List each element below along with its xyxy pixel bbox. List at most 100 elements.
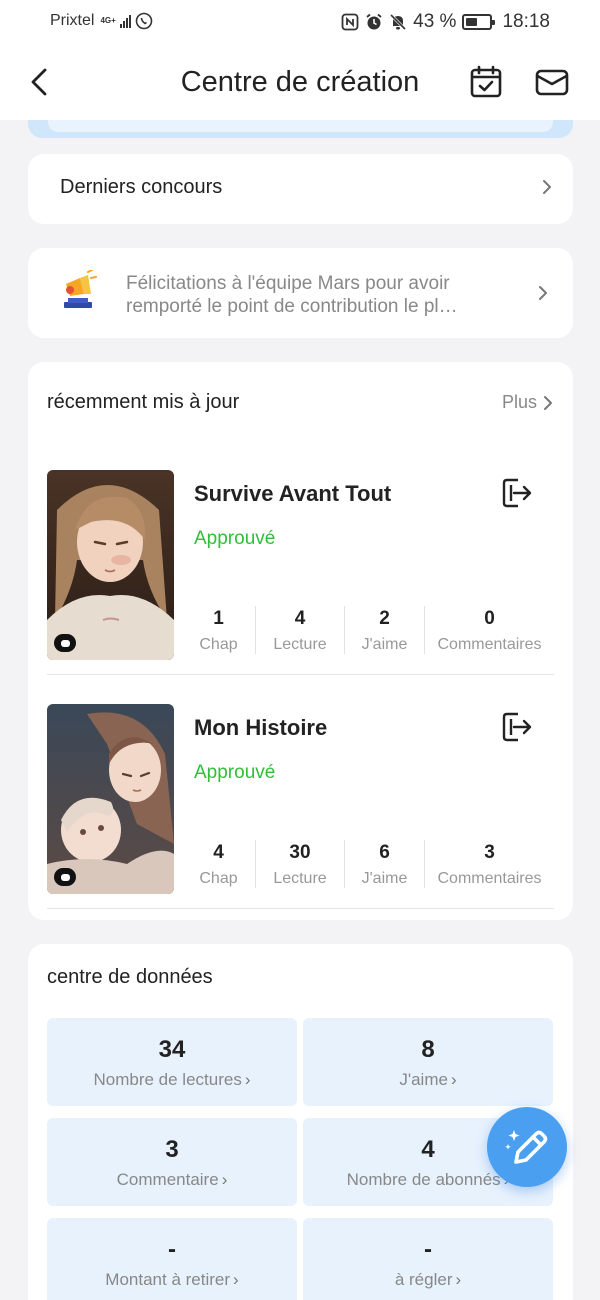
tile-label-text: Nombre de abonnés — [346, 1170, 501, 1189]
stat-value: 4 — [213, 842, 224, 863]
data-center-title: centre de données — [47, 966, 213, 988]
stat-chapters: 1 Chap — [182, 606, 255, 654]
trophy-megaphone-icon — [64, 270, 97, 308]
pen-sparkle-icon — [505, 1130, 548, 1164]
book-status: Approuvé — [194, 528, 276, 549]
write-fab-button[interactable] — [487, 1107, 567, 1187]
stat-reads: 30 Lecture — [255, 840, 344, 888]
clock: 18:18 — [502, 11, 550, 32]
tile-value: - — [168, 1236, 176, 1263]
book-cover[interactable] — [47, 470, 174, 660]
mail-icon[interactable] — [534, 64, 570, 100]
data-tile-withdrawable[interactable]: - Montant à retirer › — [47, 1218, 297, 1300]
carrier-name: Prixtel — [50, 12, 95, 29]
book-stats: 4 Chap 30 Lecture 6 J'aime 3 Commentaire… — [182, 840, 554, 888]
tile-value: - — [424, 1236, 432, 1263]
stat-label: Chap — [199, 870, 238, 887]
export-icon[interactable] — [500, 710, 534, 744]
tile-label: Nombre de lectures › — [47, 1070, 297, 1090]
status-left: Prixtel 4G+ — [50, 12, 153, 30]
page-title: Centre de création — [180, 66, 420, 98]
comment-icon — [54, 634, 76, 652]
tile-label-text: J'aime — [399, 1070, 448, 1089]
latest-contests-row[interactable]: Derniers concours — [28, 154, 573, 224]
data-tile-likes[interactable]: 8 J'aime › — [303, 1018, 553, 1106]
more-link[interactable]: Plus — [502, 392, 553, 413]
status-bar: Prixtel 4G+ 43 % 18:18 — [0, 0, 600, 44]
stat-value: 3 — [484, 842, 495, 863]
tile-label: à régler › — [303, 1270, 553, 1290]
book-item[interactable]: Survive Avant Tout Approuvé 1 Chap 4 Lec… — [47, 470, 554, 675]
notice-card[interactable]: Félicitations à l'équipe Mars pour avoir… — [28, 248, 573, 338]
book-status: Approuvé — [194, 762, 276, 783]
battery-percent: 43 % — [413, 11, 457, 32]
stat-comments: 0 Commentaires — [424, 606, 554, 654]
whatsapp-icon — [135, 12, 153, 30]
chevron-right-icon: › — [233, 1270, 239, 1289]
tile-label: Commentaire › — [47, 1170, 297, 1190]
stat-label: Lecture — [273, 870, 327, 887]
export-icon[interactable] — [500, 476, 534, 510]
book-title[interactable]: Mon Histoire — [194, 715, 327, 741]
stat-value: 0 — [484, 608, 495, 629]
chevron-right-icon: › — [221, 1170, 228, 1189]
network-type: 4G+ — [100, 16, 116, 25]
more-label: Plus — [501, 392, 537, 412]
chevron-right-icon — [543, 180, 551, 194]
chevron-right-icon: › — [455, 1270, 462, 1289]
stat-reads: 4 Lecture — [255, 606, 344, 654]
tile-label: J'aime › — [303, 1070, 553, 1090]
stat-label: J'aime — [361, 870, 408, 887]
banner-inner — [48, 120, 553, 132]
latest-contests-label: Derniers concours — [60, 176, 223, 198]
stat-value: 6 — [379, 842, 390, 863]
recent-updates-title: récemment mis à jour — [47, 391, 240, 413]
stat-label: Commentaires — [437, 636, 542, 653]
stat-likes: 2 J'aime — [344, 606, 424, 654]
tile-value: 3 — [165, 1136, 179, 1163]
chevron-right-icon — [544, 395, 552, 410]
app-header: Centre de création — [0, 44, 600, 120]
data-tile-to-settle[interactable]: - à régler › — [303, 1218, 553, 1300]
stat-comments: 3 Commentaires — [424, 840, 554, 888]
cover-illustration — [47, 470, 174, 660]
calendar-check-icon[interactable] — [468, 64, 504, 100]
tile-label-text: Montant à retirer — [105, 1270, 231, 1289]
alarm-icon — [366, 13, 382, 30]
nfc-icon — [341, 13, 359, 31]
data-center-card: centre de données 34 Nombre de lectures ›… — [28, 944, 573, 1300]
stat-label: Chap — [199, 636, 238, 653]
chevron-right-icon — [539, 286, 547, 300]
data-tile-reads[interactable]: 34 Nombre de lectures › — [47, 1018, 297, 1106]
status-right: 43 % 18:18 — [341, 11, 550, 33]
tile-label-text: Commentaire — [116, 1170, 219, 1189]
divider — [47, 674, 554, 675]
signal-icon — [119, 14, 131, 28]
battery-icon — [462, 14, 496, 30]
stat-chapters: 4 Chap — [182, 840, 255, 888]
chevron-right-icon: › — [450, 1070, 457, 1089]
chevron-right-icon: › — [244, 1070, 251, 1089]
comment-icon — [54, 868, 76, 886]
stat-label: Commentaires — [437, 870, 542, 887]
data-tile-comments[interactable]: 3 Commentaire › — [47, 1118, 297, 1206]
stat-label: Lecture — [273, 636, 327, 653]
notice-text: Félicitations à l'équipe Mars pour avoir… — [126, 273, 458, 317]
book-item[interactable]: Mon Histoire Approuvé 4 Chap 30 Lecture … — [47, 704, 554, 909]
tile-label: Montant à retirer › — [47, 1270, 297, 1290]
tile-label-text: à régler — [394, 1270, 453, 1289]
recent-updates-card: récemment mis à jour Plus Survive Avant … — [28, 362, 573, 920]
tile-value: 34 — [158, 1036, 186, 1063]
divider — [47, 908, 554, 909]
cover-illustration — [47, 704, 174, 894]
stat-label: J'aime — [361, 636, 408, 653]
stat-value: 4 — [294, 608, 306, 629]
book-title[interactable]: Survive Avant Tout — [194, 481, 391, 507]
mute-bell-icon — [390, 13, 407, 31]
tile-value: 8 — [421, 1036, 435, 1063]
stat-value: 30 — [289, 842, 311, 863]
banner-carousel[interactable] — [28, 120, 573, 138]
book-stats: 1 Chap 4 Lecture 2 J'aime 0 Commentaires — [182, 606, 554, 654]
book-cover[interactable] — [47, 704, 174, 894]
stat-value: 2 — [379, 608, 390, 629]
